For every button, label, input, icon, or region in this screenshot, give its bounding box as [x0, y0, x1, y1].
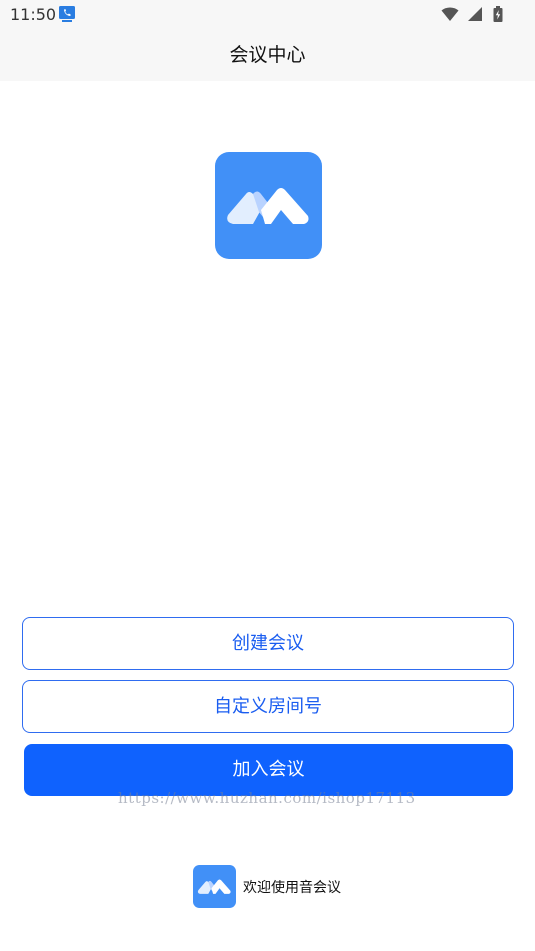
meeting-logo-icon [215, 152, 322, 259]
meeting-logo-icon [193, 865, 236, 908]
page-title: 会议中心 [229, 44, 306, 66]
custom-room-number-button[interactable]: 自定义房间号 [22, 680, 514, 733]
status-bar: 11:50 [0, 0, 535, 30]
create-meeting-button[interactable]: 创建会议 [22, 617, 514, 670]
status-time: 11:50 [10, 5, 57, 24]
wifi-icon [441, 7, 459, 21]
signal-icon [468, 7, 482, 21]
footer-welcome-text: 欢迎使用音会议 [243, 880, 341, 896]
support-phone-icon [59, 6, 75, 22]
watermark-text: https://www.huzhan.com/ishop17113 [118, 789, 416, 807]
battery-charging-icon [493, 6, 503, 22]
